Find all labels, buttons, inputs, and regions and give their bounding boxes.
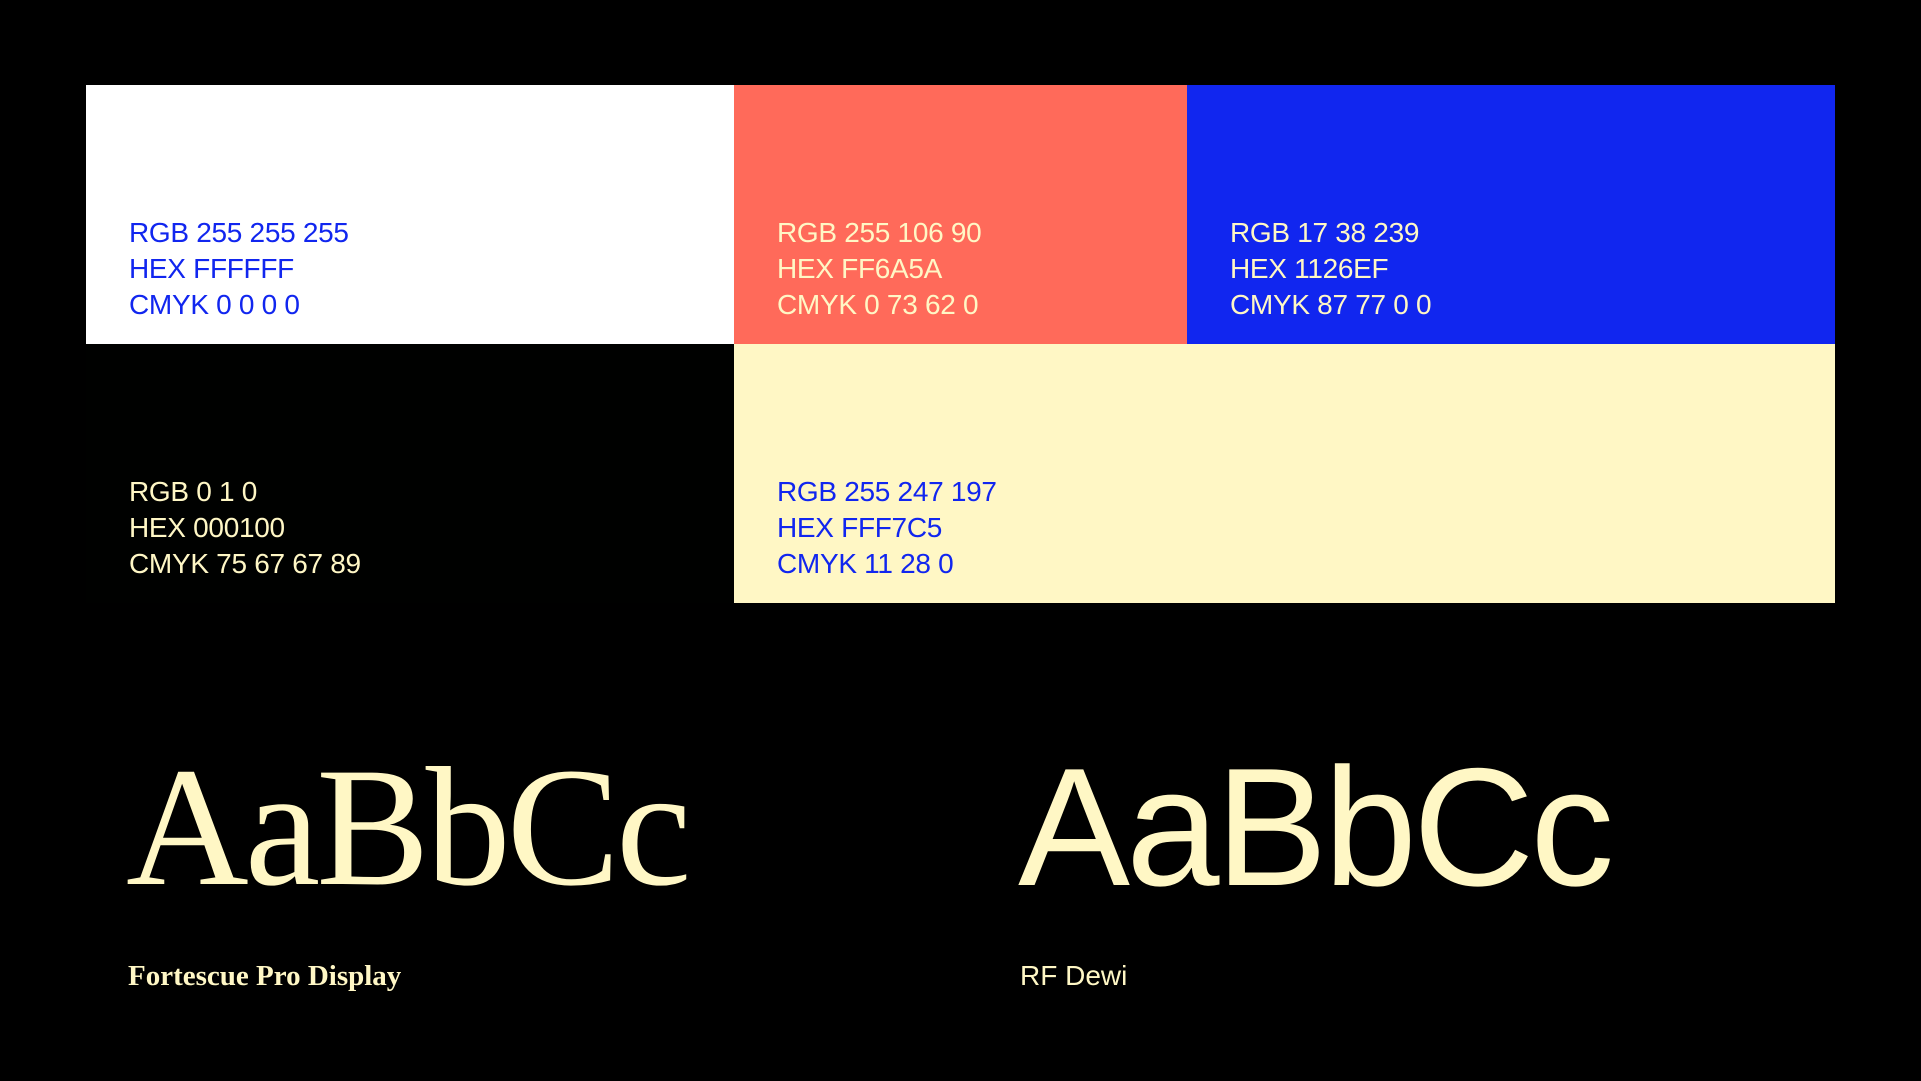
cmyk-value: CMYK 0 73 62 0 xyxy=(777,289,979,320)
hex-value: HEX FFF7C5 xyxy=(777,512,943,543)
rgb-value: RGB 17 38 239 xyxy=(1230,217,1420,248)
rgb-value: RGB 255 255 255 xyxy=(129,217,349,248)
serif-font-name: Fortescue Pro Display xyxy=(128,960,402,992)
hex-value: HEX 1126EF xyxy=(1230,253,1389,284)
color-codes-black: RGB 0 1 0 HEX 000100 CMYK 75 67 67 89 xyxy=(129,474,361,582)
rgb-value: RGB 255 247 197 xyxy=(777,476,997,507)
color-codes-blue: RGB 17 38 239 HEX 1126EF CMYK 87 77 0 0 xyxy=(1230,215,1432,323)
swatch-blue: RGB 17 38 239 HEX 1126EF CMYK 87 77 0 0 xyxy=(1187,85,1835,344)
cmyk-value: CMYK 87 77 0 0 xyxy=(1230,289,1432,320)
rgb-value: RGB 0 1 0 xyxy=(129,476,258,507)
sans-type-specimen: AaBbCc xyxy=(1018,733,1614,921)
swatch-cream: RGB 255 247 197 HEX FFF7C5 CMYK 11 28 0 xyxy=(734,344,1835,603)
swatch-white: RGB 255 255 255 HEX FFFFFF CMYK 0 0 0 0 xyxy=(86,85,734,344)
color-codes-cream: RGB 255 247 197 HEX FFF7C5 CMYK 11 28 0 xyxy=(777,474,997,582)
hex-value: HEX FFFFFF xyxy=(129,253,294,284)
swatch-coral: RGB 255 106 90 HEX FF6A5A CMYK 0 73 62 0 xyxy=(734,85,1187,344)
sans-font-name: RF Dewi xyxy=(1020,960,1128,991)
swatch-black: RGB 0 1 0 HEX 000100 CMYK 75 67 67 89 xyxy=(86,344,734,603)
color-codes-white: RGB 255 255 255 HEX FFFFFF CMYK 0 0 0 0 xyxy=(129,215,349,323)
color-codes-coral: RGB 255 106 90 HEX FF6A5A CMYK 0 73 62 0 xyxy=(777,215,982,323)
hex-value: HEX 000100 xyxy=(129,512,285,543)
serif-type-specimen: AaBbCc xyxy=(126,733,691,921)
rgb-value: RGB 255 106 90 xyxy=(777,217,982,248)
cmyk-value: CMYK 11 28 0 xyxy=(777,548,954,579)
cmyk-value: CMYK 0 0 0 0 xyxy=(129,289,300,320)
hex-value: HEX FF6A5A xyxy=(777,253,943,284)
cmyk-value: CMYK 75 67 67 89 xyxy=(129,548,361,579)
